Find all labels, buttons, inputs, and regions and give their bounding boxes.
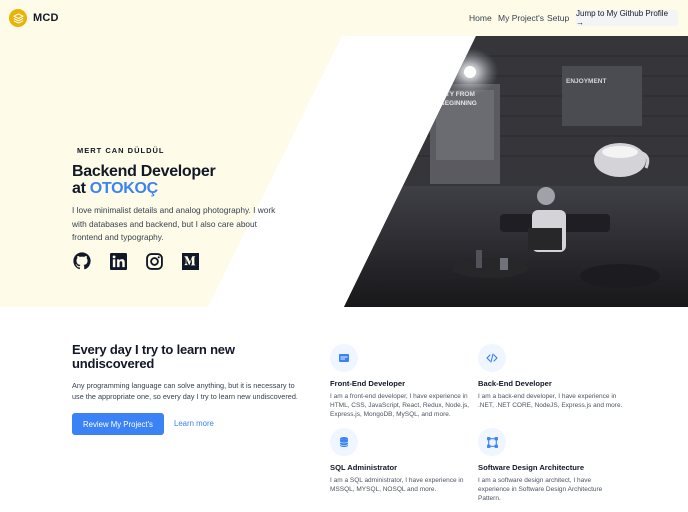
nav-link-home[interactable]: Home — [469, 13, 492, 23]
hero-title-line2: at OTOKOÇ — [72, 180, 215, 197]
feature-desc-backend: I am a back-end developer, I have experi… — [478, 393, 623, 409]
code-icon — [478, 344, 506, 372]
architecture-icon — [478, 428, 506, 456]
feature-desc-architecture: I am a software design architect, I have… — [478, 477, 603, 502]
section-description: Any programming language can solve anyth… — [72, 381, 298, 401]
hero-title-at: at — [72, 180, 90, 197]
database-icon — [330, 428, 358, 456]
instagram-icon[interactable] — [145, 252, 163, 270]
hero-section: LITY FROM BEGINNING ENJOYMENT MERT CAN D… — [0, 36, 688, 307]
hero-description: I love minimalist details and analog pho… — [72, 205, 276, 242]
photo-sign-left-2: BEGINNING — [440, 100, 477, 107]
github-profile-button[interactable]: Jump to My Github Profile → — [576, 9, 678, 27]
feature-title-architecture: Software Design Architecture — [478, 463, 585, 472]
hero-title-line1: Backend Developer — [72, 163, 216, 180]
nav-link-setup[interactable]: Setup — [547, 13, 569, 23]
hero-title: Backend Developer at OTOKOÇ — [72, 163, 216, 197]
feature-desc-sql: I am a SQL administrator, I have experie… — [330, 477, 464, 493]
feature-title-frontend: Front-End Developer — [330, 379, 406, 388]
github-icon[interactable] — [73, 252, 91, 270]
photo-sign-right: ENJOYMENT — [566, 78, 606, 85]
medium-icon[interactable] — [181, 252, 199, 270]
hero-title-company: OTOKOÇ — [89, 180, 158, 197]
learn-more-link[interactable]: Learn more — [174, 419, 214, 428]
logo-text[interactable]: MCD — [33, 12, 59, 24]
navbar: MCD Home My Project's Setup Jump to My G… — [0, 0, 688, 36]
browser-icon — [330, 344, 358, 372]
review-projects-button[interactable]: Review My Project's — [72, 413, 164, 435]
feature-desc-frontend: I am a front-end developer, I have exper… — [330, 393, 470, 418]
feature-title-sql: SQL Administrator — [330, 463, 398, 472]
nav-link-projects[interactable]: My Project's — [498, 13, 544, 23]
section-title: Every day I try to learn new undiscovere… — [72, 342, 235, 371]
feature-title-backend: Back-End Developer — [478, 379, 552, 388]
logo-icon[interactable] — [9, 9, 27, 27]
linkedin-icon[interactable] — [109, 252, 127, 270]
hero-eyebrow: MERT CAN DÜLDÜL — [77, 146, 165, 155]
